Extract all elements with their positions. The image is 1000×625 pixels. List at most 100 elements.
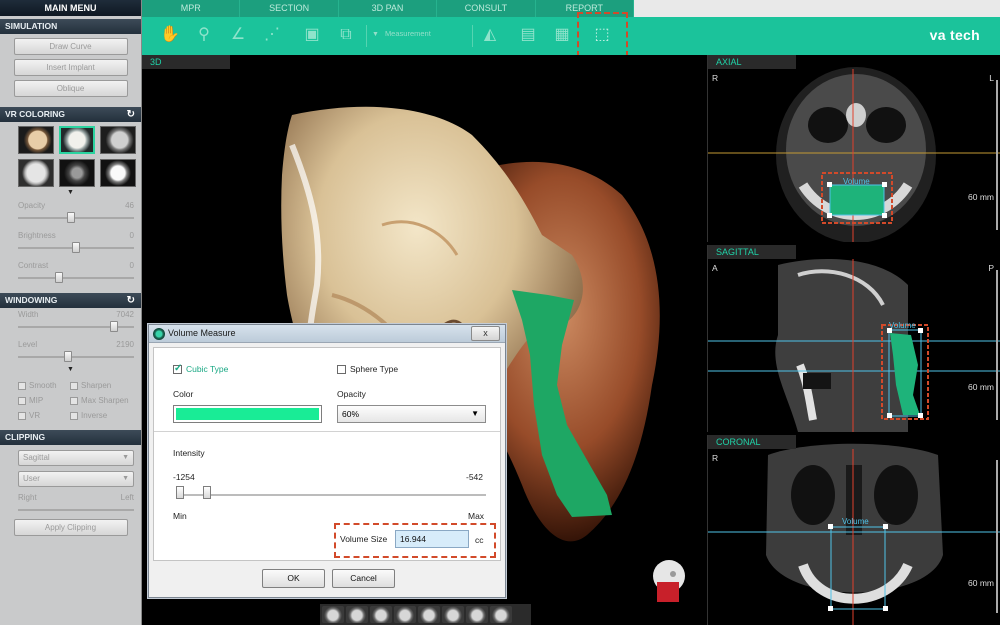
oblique-button[interactable]: Oblique bbox=[13, 80, 128, 97]
opacity-handle[interactable] bbox=[67, 212, 76, 223]
view-bottom-icon[interactable] bbox=[442, 606, 464, 623]
sagittal-view[interactable]: SAGITTAL A P Volume 60 mm bbox=[707, 245, 1000, 432]
checkbox-icon[interactable] bbox=[18, 411, 26, 420]
refresh-icon[interactable]: ↻ bbox=[127, 107, 135, 122]
vr-preset-dark[interactable] bbox=[59, 159, 95, 187]
view-orientation-bar bbox=[320, 604, 531, 625]
clipping-plane-select[interactable]: Sagittal ▼ bbox=[18, 450, 134, 466]
checkbox-checked-icon[interactable] bbox=[173, 363, 182, 374]
brightness-handle[interactable] bbox=[72, 242, 80, 253]
view-left-icon[interactable] bbox=[370, 606, 392, 623]
triangle-down-icon[interactable]: ▼ bbox=[0, 187, 141, 199]
level-slider[interactable]: Level 2190 bbox=[0, 338, 141, 368]
cubic-type-checkbox[interactable]: Cubic Type bbox=[173, 363, 228, 374]
view-right-icon[interactable] bbox=[394, 606, 416, 623]
clipping-header: CLIPPING bbox=[0, 430, 141, 445]
orientation-head-icon[interactable] bbox=[647, 552, 687, 608]
volume-size-field[interactable]: 16.944 bbox=[395, 530, 469, 548]
mip-checkbox[interactable]: MIP bbox=[18, 396, 70, 405]
inverse-label: Inverse bbox=[81, 411, 108, 420]
view-front-icon[interactable] bbox=[322, 606, 344, 623]
level-track[interactable] bbox=[18, 356, 134, 358]
intensity-min-value: -1254 bbox=[173, 472, 195, 482]
main-menu-title: MAIN MENU bbox=[0, 0, 141, 16]
tab-mpr[interactable]: MPR bbox=[142, 0, 241, 17]
axial-view[interactable]: AXIAL R L Volume 60 mm bbox=[707, 55, 1000, 242]
opacity-select[interactable]: 60% ▼ bbox=[337, 405, 486, 423]
width-handle[interactable] bbox=[110, 321, 119, 332]
checkbox-icon[interactable] bbox=[18, 381, 26, 390]
refresh-icon[interactable]: ↻ bbox=[127, 293, 135, 308]
color-swatch[interactable] bbox=[173, 405, 322, 423]
clip-range-track[interactable] bbox=[18, 509, 134, 511]
coronal-scale: 60 mm bbox=[968, 578, 994, 588]
checkbox-icon[interactable] bbox=[337, 364, 346, 374]
level-handle[interactable] bbox=[63, 351, 72, 362]
view-back-icon[interactable] bbox=[346, 606, 368, 623]
vr-checkbox[interactable]: VR bbox=[18, 411, 70, 420]
vr-preset-skull[interactable] bbox=[100, 159, 136, 187]
ruler-icon[interactable]: ⋰ bbox=[260, 23, 284, 47]
sharpen-checkbox[interactable]: Sharpen bbox=[70, 381, 130, 390]
level-label: Level bbox=[18, 340, 38, 349]
level-value: 2190 bbox=[116, 340, 134, 349]
draw-curve-button[interactable]: Draw Curve bbox=[13, 38, 128, 55]
layout-icon[interactable]: ▦ bbox=[550, 23, 574, 47]
measure-area-icon[interactable]: ◭ bbox=[478, 23, 502, 47]
axial-slice-image bbox=[708, 67, 1000, 242]
contrast-slider[interactable]: Contrast 0 bbox=[0, 259, 141, 289]
opacity-slider[interactable]: Opacity 46 bbox=[0, 199, 141, 229]
clipping-mode-select[interactable]: User ▼ bbox=[18, 471, 134, 487]
intensity-track[interactable] bbox=[176, 494, 486, 496]
checkbox-icon[interactable] bbox=[70, 381, 78, 390]
smooth-checkbox[interactable]: Smooth bbox=[18, 381, 70, 390]
inverse-checkbox[interactable]: Inverse bbox=[70, 411, 130, 420]
brightness-slider[interactable]: Brightness 0 bbox=[0, 229, 141, 259]
insert-implant-button[interactable]: Insert Implant bbox=[13, 59, 128, 76]
tab-consult[interactable]: CONSULT bbox=[437, 0, 536, 17]
coronal-view[interactable]: CORONAL R Volume 60 mm bbox=[707, 435, 1000, 625]
max-sharpen-checkbox[interactable]: Max Sharpen bbox=[70, 396, 130, 405]
view-reset-icon[interactable] bbox=[490, 606, 512, 623]
clipping-range[interactable]: Right Left bbox=[0, 487, 141, 513]
intensity-max-handle[interactable] bbox=[203, 486, 211, 499]
checkbox-icon[interactable] bbox=[70, 411, 78, 420]
intensity-min-handle[interactable] bbox=[176, 486, 184, 499]
opacity-track[interactable] bbox=[18, 217, 134, 219]
apply-clipping-button[interactable]: Apply Clipping bbox=[13, 519, 128, 536]
tab-section[interactable]: SECTION bbox=[240, 0, 339, 17]
vr-preset-skin[interactable] bbox=[18, 126, 54, 154]
vr-preset-bone-selected[interactable] bbox=[59, 126, 95, 154]
simulation-header-label: SIMULATION bbox=[5, 21, 58, 31]
dialog-title: Volume Measure bbox=[168, 328, 236, 338]
vr-preset-white[interactable] bbox=[18, 159, 54, 187]
color-label: Color bbox=[173, 389, 194, 399]
measurement-dropdown[interactable]: ▼ Measurement bbox=[372, 29, 431, 38]
width-slider[interactable]: Width 7042 bbox=[0, 308, 141, 338]
clipping-plane-value: Sagittal bbox=[23, 453, 50, 462]
zoom-icon[interactable]: ⚲ bbox=[192, 23, 216, 47]
axial-roi-label: Volume bbox=[843, 177, 870, 186]
contrast-handle[interactable] bbox=[54, 272, 63, 283]
simulation-header: SIMULATION bbox=[0, 19, 141, 34]
hand-pan-icon[interactable]: ✋ bbox=[158, 23, 182, 47]
volume-measure-dialog: Volume Measure x Cubic Type Sphere Type … bbox=[148, 324, 506, 598]
view-oblique-icon[interactable] bbox=[466, 606, 488, 623]
report-icon[interactable]: ▤ bbox=[516, 23, 540, 47]
angle-icon[interactable]: ∠ bbox=[226, 23, 250, 47]
checkbox-icon[interactable] bbox=[70, 396, 78, 405]
checkbox-icon[interactable] bbox=[18, 396, 26, 405]
tab-3d-pan[interactable]: 3D PAN bbox=[339, 0, 438, 17]
contrast-track[interactable] bbox=[18, 277, 134, 279]
dialog-titlebar[interactable]: Volume Measure x bbox=[149, 325, 505, 343]
sphere-type-checkbox[interactable]: Sphere Type bbox=[337, 364, 398, 374]
opacity-value: 46 bbox=[125, 201, 134, 210]
vr-preset-gray[interactable] bbox=[100, 126, 136, 154]
view-top-icon[interactable] bbox=[418, 606, 440, 623]
camera-icon[interactable]: ▣ bbox=[300, 23, 324, 47]
sharpen-label: Sharpen bbox=[81, 381, 112, 390]
close-button[interactable]: x bbox=[471, 326, 500, 341]
ok-button[interactable]: OK bbox=[262, 569, 325, 588]
export-icon[interactable]: ⧉ bbox=[334, 23, 358, 47]
cancel-button[interactable]: Cancel bbox=[332, 569, 395, 588]
